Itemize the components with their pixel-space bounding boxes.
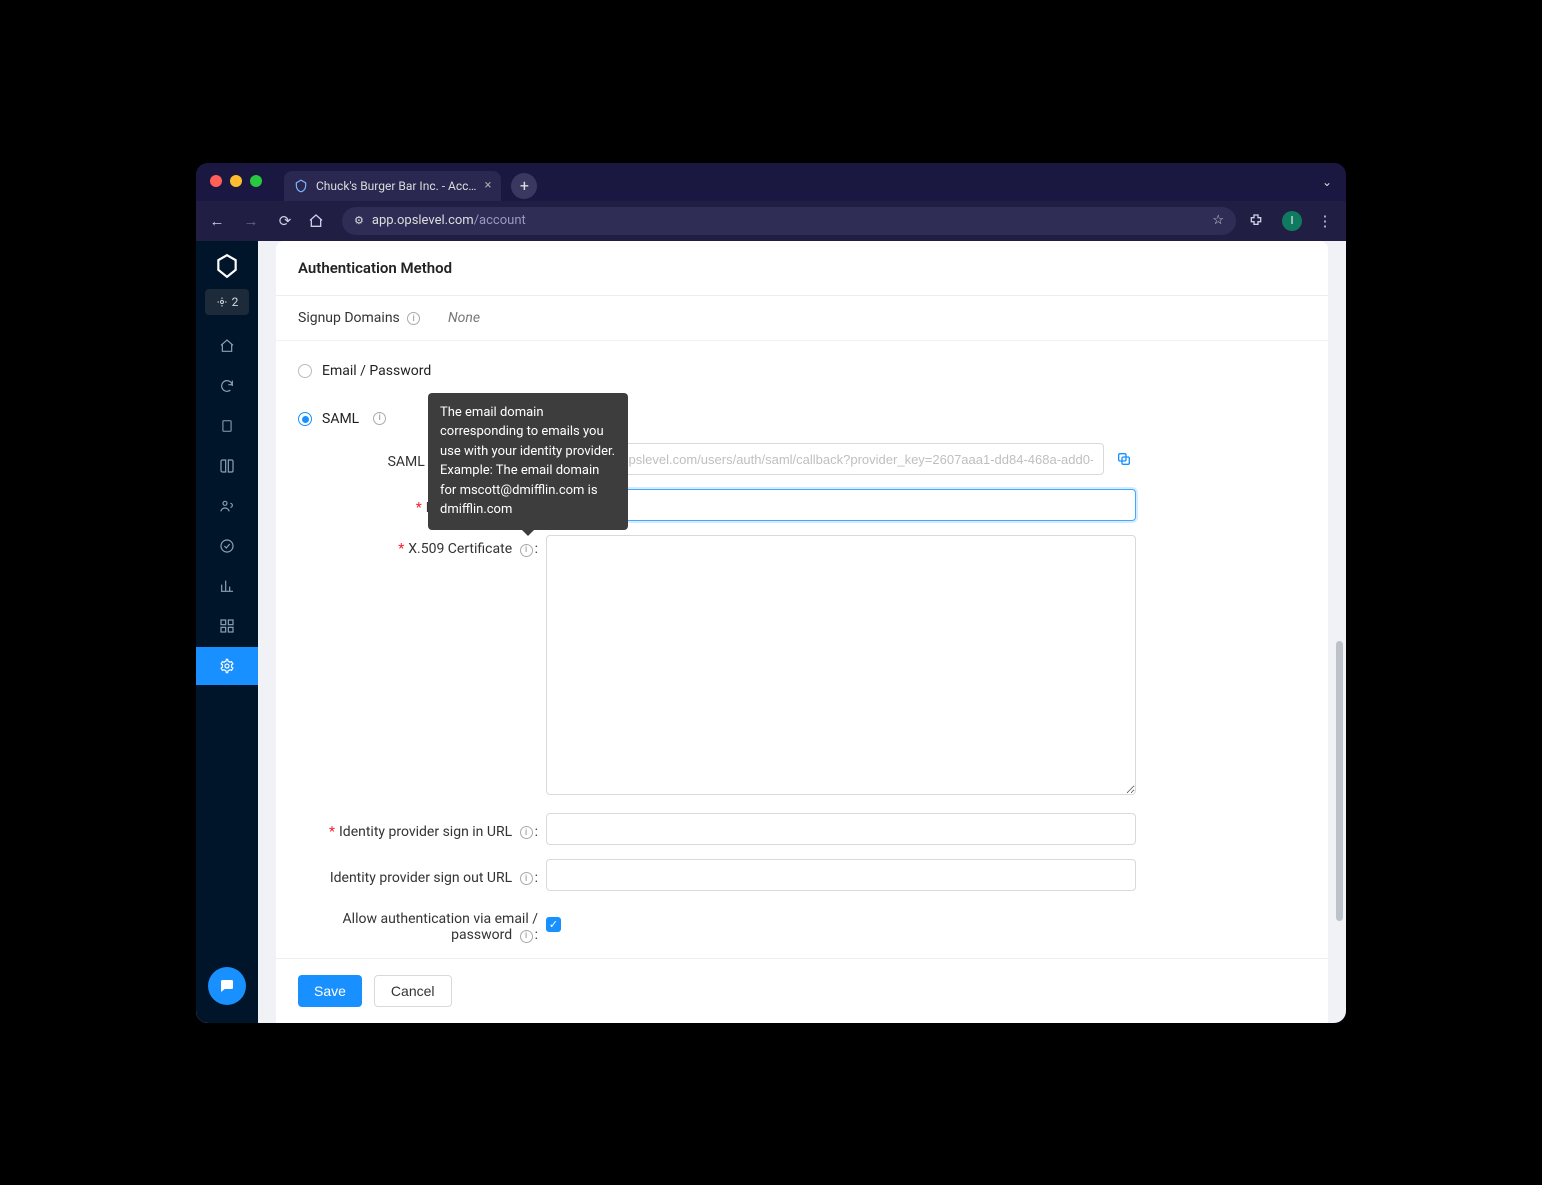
- auth-method-card: Authentication Method Signup Domains i N…: [276, 241, 1328, 1023]
- field-allow-email: Allow authentication via email / passwor…: [298, 905, 1306, 944]
- nav-home[interactable]: [196, 327, 258, 365]
- back-button[interactable]: ←: [206, 212, 228, 230]
- field-cert: *X.509 Certificate i:: [298, 535, 1306, 799]
- email-domain-input[interactable]: [546, 489, 1136, 521]
- scrollbar-thumb[interactable]: [1336, 641, 1343, 921]
- tab-title: Chuck's Burger Bar Inc. - Acc…: [316, 179, 476, 193]
- copy-button[interactable]: [1112, 447, 1136, 471]
- browser-tab[interactable]: Chuck's Burger Bar Inc. - Acc… ×: [284, 171, 501, 201]
- info-icon[interactable]: i: [520, 544, 533, 557]
- browser-toolbar: ← → ⟳ ⚙ app.opslevel.com/account ☆ I ⋮: [196, 201, 1346, 241]
- reload-button[interactable]: ⟳: [274, 212, 296, 230]
- info-icon[interactable]: i: [520, 826, 533, 839]
- allow-email-checkbox[interactable]: ✓: [546, 917, 561, 932]
- radio-icon: [298, 412, 312, 426]
- forward-button[interactable]: →: [240, 212, 262, 230]
- extensions-button[interactable]: [1248, 213, 1270, 229]
- browser-menu-button[interactable]: ⋮: [1314, 212, 1336, 230]
- field-signout-url: Identity provider sign out URL i:: [298, 859, 1306, 891]
- profile-avatar[interactable]: I: [1282, 211, 1302, 231]
- sidebar-badge[interactable]: 2: [205, 289, 249, 315]
- tab-favicon: [294, 179, 308, 193]
- info-icon[interactable]: i: [520, 930, 533, 943]
- chat-widget-button[interactable]: [208, 967, 246, 1005]
- tab-close-button[interactable]: ×: [484, 179, 491, 192]
- info-icon[interactable]: i: [407, 312, 420, 325]
- signup-domains-label: Signup Domains i: [298, 310, 448, 327]
- content-area: Authentication Method Signup Domains i N…: [258, 241, 1346, 1023]
- nav-services[interactable]: [196, 407, 258, 445]
- signup-domains-value: None: [448, 310, 480, 326]
- field-label: Allow authentication via email / passwor…: [298, 905, 546, 944]
- window-maximize-button[interactable]: [250, 175, 262, 187]
- bookmark-star-icon[interactable]: ☆: [1212, 213, 1224, 228]
- field-label: *Identity provider sign in URL i:: [298, 818, 546, 841]
- browser-window: Chuck's Burger Bar Inc. - Acc… × + ⌄ ← →…: [196, 163, 1346, 1023]
- endpoint-url-input[interactable]: [546, 443, 1104, 475]
- nav-checks[interactable]: [196, 527, 258, 565]
- field-signin-url: *Identity provider sign in URL i:: [298, 813, 1306, 845]
- nav-integrations[interactable]: [196, 607, 258, 645]
- cancel-button[interactable]: Cancel: [374, 975, 452, 1007]
- home-button[interactable]: [308, 213, 330, 229]
- nav-settings[interactable]: [196, 647, 258, 685]
- url-text: app.opslevel.com/account: [372, 213, 1204, 228]
- field-label: Identity provider sign out URL i:: [298, 864, 546, 887]
- signup-domains-row: Signup Domains i None: [276, 296, 1328, 342]
- app-logo[interactable]: [212, 251, 242, 281]
- new-tab-button[interactable]: +: [511, 173, 537, 199]
- nav-users[interactable]: [196, 487, 258, 525]
- info-icon[interactable]: i: [520, 872, 533, 885]
- window-minimize-button[interactable]: [230, 175, 242, 187]
- email-domain-tooltip: The email domain corresponding to emails…: [428, 393, 628, 530]
- signout-url-input[interactable]: [546, 859, 1136, 891]
- info-icon[interactable]: i: [373, 412, 386, 425]
- window-controls: [210, 175, 262, 187]
- app-sidebar: 2: [196, 241, 258, 1023]
- cert-textarea[interactable]: [546, 535, 1136, 795]
- site-settings-icon[interactable]: ⚙: [354, 214, 364, 227]
- tabs-menu-button[interactable]: ⌄: [1322, 175, 1332, 189]
- app-area: 2 Authentication Method Signup Domains i: [196, 241, 1346, 1023]
- address-bar[interactable]: ⚙ app.opslevel.com/account ☆: [342, 207, 1236, 235]
- radio-icon: [298, 364, 312, 378]
- save-button[interactable]: Save: [298, 975, 362, 1007]
- scrollbar-track[interactable]: [1333, 241, 1345, 1022]
- nav-sync[interactable]: [196, 367, 258, 405]
- form-actions: Save Cancel: [276, 958, 1328, 1007]
- window-close-button[interactable]: [210, 175, 222, 187]
- signin-url-input[interactable]: [546, 813, 1136, 845]
- card-title: Authentication Method: [276, 241, 1328, 296]
- nav-docs[interactable]: [196, 447, 258, 485]
- field-label: *X.509 Certificate i:: [298, 535, 546, 558]
- tab-strip: Chuck's Burger Bar Inc. - Acc… × + ⌄: [196, 163, 1346, 201]
- nav-reports[interactable]: [196, 567, 258, 605]
